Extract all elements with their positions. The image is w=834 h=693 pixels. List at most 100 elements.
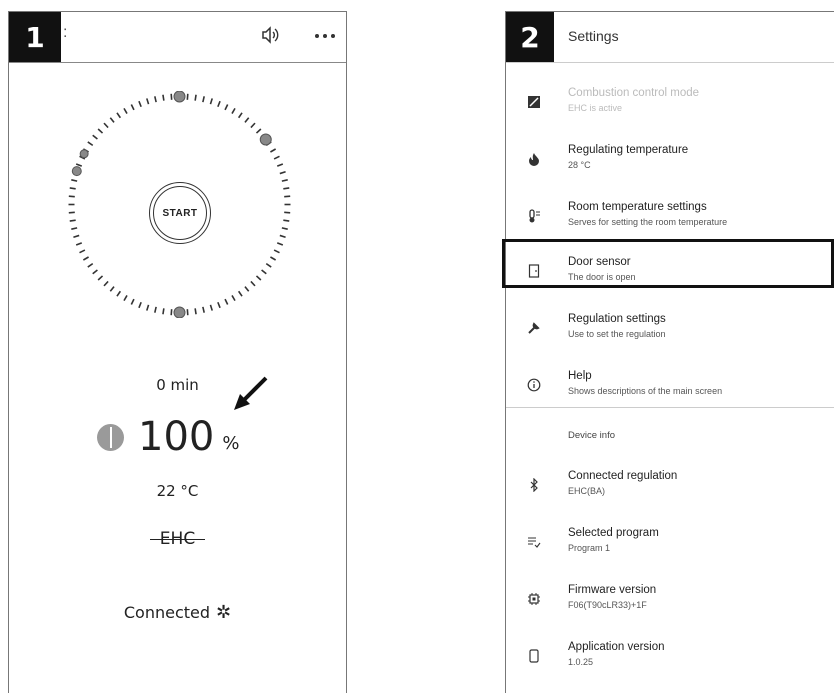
setting-room-temperature[interactable]: Room temperature settings Serves for set… <box>506 190 834 246</box>
info-icon <box>526 377 542 393</box>
dial-marker[interactable] <box>79 149 89 159</box>
settings-header: 2 Settings <box>506 12 834 63</box>
dial-tick <box>244 117 250 123</box>
dial-tick <box>97 275 104 281</box>
dial-tick <box>69 219 76 222</box>
dial-tick <box>224 104 229 111</box>
dial-tick <box>109 117 115 123</box>
dial-tick <box>270 256 277 261</box>
setting-title: Regulating temperature <box>568 144 689 156</box>
dial-tick <box>162 308 165 315</box>
setting-subtitle: Use to set the regulation <box>568 329 666 339</box>
dial-tick <box>103 280 109 287</box>
dial-tick <box>270 148 277 153</box>
dial-tick <box>194 94 197 101</box>
dial-tick <box>71 227 78 230</box>
annotation-arrow-icon <box>234 376 268 410</box>
dial-tick <box>231 295 236 302</box>
setting-subtitle: 28 °C <box>568 160 591 170</box>
section-divider <box>506 407 834 408</box>
dial-tick <box>194 308 197 315</box>
dial-tick <box>273 155 280 160</box>
setting-subtitle: Program 1 <box>568 543 611 553</box>
dial-tick <box>255 128 262 134</box>
dial-tick <box>146 98 150 105</box>
temperature-readout: 22 °C <box>156 482 199 500</box>
dial-tick <box>265 262 272 268</box>
dial-tick <box>123 107 128 114</box>
dial-tick <box>231 107 236 114</box>
bluetooth-icon <box>526 477 542 493</box>
dial-tick <box>217 301 221 309</box>
main-header: 1 : <box>9 12 346 63</box>
door-sensor-highlight-box <box>502 239 834 288</box>
dial-tick <box>79 249 86 254</box>
step-badge-1: 1 <box>9 12 61 62</box>
dial-tick <box>82 256 89 261</box>
dial-tick <box>276 242 284 246</box>
info-application-version[interactable]: Application version 1.0.25 <box>506 630 834 686</box>
setting-regulation[interactable]: Regulation settings Use to set the regul… <box>506 302 834 358</box>
connection-status: Connected ✲ <box>9 602 346 623</box>
setting-title: Combustion control mode <box>568 87 700 99</box>
dial-tick <box>217 100 221 108</box>
power-unit: % <box>222 432 240 454</box>
dial-marker[interactable] <box>173 306 186 318</box>
dial-tick <box>97 128 104 134</box>
dial-tick <box>244 286 250 292</box>
mode-text: EHC <box>149 529 206 549</box>
info-connected-regulation[interactable]: Connected regulation EHC(BA) <box>506 459 834 515</box>
dial-tick <box>116 112 122 119</box>
settings-panel: 2 Settings Combustion control mode EHC i… <box>505 11 834 693</box>
dial-tick <box>71 179 78 182</box>
time-readout: 0 min <box>156 376 199 394</box>
dial-tick <box>250 122 256 129</box>
dial-tick <box>281 179 288 182</box>
dial-tick <box>103 122 109 129</box>
dial-tick <box>154 306 157 313</box>
setting-subtitle: Shows descriptions of the main screen <box>568 386 723 396</box>
connection-text: Connected <box>123 603 211 622</box>
dial-marker[interactable] <box>259 133 272 146</box>
setting-title: Firmware version <box>568 584 657 596</box>
dial-tick <box>130 298 135 305</box>
bluetooth-icon: ✲ <box>216 602 232 623</box>
info-selected-program[interactable]: Selected program Program 1 <box>506 516 834 572</box>
page-title: Settings <box>568 28 619 44</box>
program-list-icon <box>526 534 542 550</box>
dial-marker[interactable] <box>173 91 186 103</box>
section-heading: Device info <box>568 430 615 441</box>
setting-title: Regulation settings <box>568 313 666 325</box>
setting-regulating-temperature[interactable]: Regulating temperature 28 °C <box>506 133 834 189</box>
dial-tick <box>283 187 290 190</box>
chip-icon <box>526 591 542 607</box>
dial-tick <box>146 304 150 311</box>
dial-tick <box>123 295 128 302</box>
more-icon[interactable] <box>314 22 336 45</box>
dial-tick <box>109 286 115 292</box>
dial-tick <box>87 262 94 268</box>
dial-tick <box>92 269 98 275</box>
setting-subtitle: EHC(BA) <box>568 486 606 496</box>
dial-tick <box>255 275 262 281</box>
info-firmware-version[interactable]: Firmware version F06(T90cLR33)+1F <box>506 573 834 629</box>
start-button[interactable]: START <box>149 182 211 244</box>
speaker-icon[interactable] <box>261 26 281 49</box>
dial-tick <box>250 280 256 287</box>
dial-tick <box>202 306 205 313</box>
dial-tick <box>209 304 213 311</box>
dial-tick <box>87 141 94 147</box>
dial-tick <box>69 187 76 190</box>
wrench-icon <box>526 320 542 336</box>
setting-subtitle: Serves for setting the room temperature <box>568 217 728 227</box>
dial-tick <box>138 100 142 108</box>
setting-title: Room temperature settings <box>568 201 707 213</box>
dial-tick <box>130 104 135 111</box>
dial-marker[interactable] <box>71 166 82 177</box>
auto-mode-icon <box>526 94 542 110</box>
mode-readout: EHC <box>9 529 346 549</box>
dial-tick <box>202 96 205 103</box>
dial-tick <box>162 94 165 101</box>
step-badge-2: 2 <box>506 12 554 62</box>
power-indicator-icon <box>97 423 124 451</box>
